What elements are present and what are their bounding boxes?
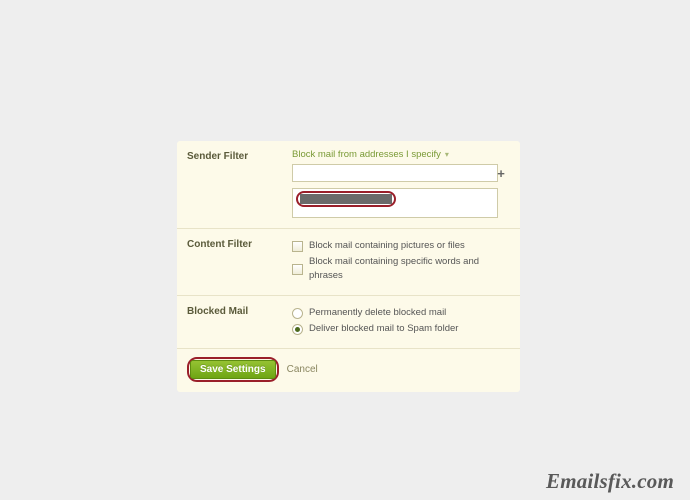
sender-filter-label: Sender Filter <box>187 149 292 218</box>
footer: Save Settings Cancel <box>177 349 520 392</box>
redacted-highlight <box>296 191 396 207</box>
sender-filter-mode-text: Block mail from addresses I specify <box>292 149 441 160</box>
watermark: Emailsfix.com <box>546 469 674 494</box>
address-list[interactable] <box>292 188 498 218</box>
section-content-filter: Content Filter Block mail containing pic… <box>177 229 520 296</box>
address-input[interactable] <box>292 164 498 182</box>
chevron-down-icon: ▾ <box>445 150 449 159</box>
save-button[interactable]: Save Settings <box>190 360 276 379</box>
checkbox-icon[interactable] <box>292 264 303 275</box>
cancel-button[interactable]: Cancel <box>287 364 318 375</box>
opt-block-words[interactable]: Block mail containing specific words and… <box>292 255 510 283</box>
settings-panel: Sender Filter Block mail from addresses … <box>177 141 520 392</box>
opt-perm-delete-label: Permanently delete blocked mail <box>309 306 446 320</box>
opt-block-pictures[interactable]: Block mail containing pictures or files <box>292 239 510 253</box>
opt-block-pictures-label: Block mail containing pictures or files <box>309 239 465 253</box>
blocked-mail-body: Permanently delete blocked mail Deliver … <box>292 304 510 338</box>
sender-filter-body: Block mail from addresses I specify ▾ + <box>292 149 510 218</box>
section-sender-filter: Sender Filter Block mail from addresses … <box>177 141 520 229</box>
opt-deliver-spam[interactable]: Deliver blocked mail to Spam folder <box>292 322 510 336</box>
opt-perm-delete[interactable]: Permanently delete blocked mail <box>292 306 510 320</box>
radio-icon[interactable] <box>292 308 303 319</box>
add-address-button[interactable]: + <box>492 164 510 182</box>
sender-filter-mode-dropdown[interactable]: Block mail from addresses I specify ▾ <box>292 149 449 160</box>
radio-icon[interactable] <box>292 324 303 335</box>
section-blocked-mail: Blocked Mail Permanently delete blocked … <box>177 296 520 349</box>
save-highlight: Save Settings <box>187 357 279 382</box>
opt-deliver-spam-label: Deliver blocked mail to Spam folder <box>309 322 458 336</box>
opt-block-words-label: Block mail containing specific words and… <box>309 255 510 283</box>
blocked-mail-label: Blocked Mail <box>187 304 292 338</box>
checkbox-icon[interactable] <box>292 241 303 252</box>
address-input-row: + <box>292 164 510 182</box>
content-filter-body: Block mail containing pictures or files … <box>292 237 510 285</box>
plus-icon: + <box>497 166 505 181</box>
content-filter-label: Content Filter <box>187 237 292 285</box>
redacted-entry-icon <box>300 194 392 204</box>
